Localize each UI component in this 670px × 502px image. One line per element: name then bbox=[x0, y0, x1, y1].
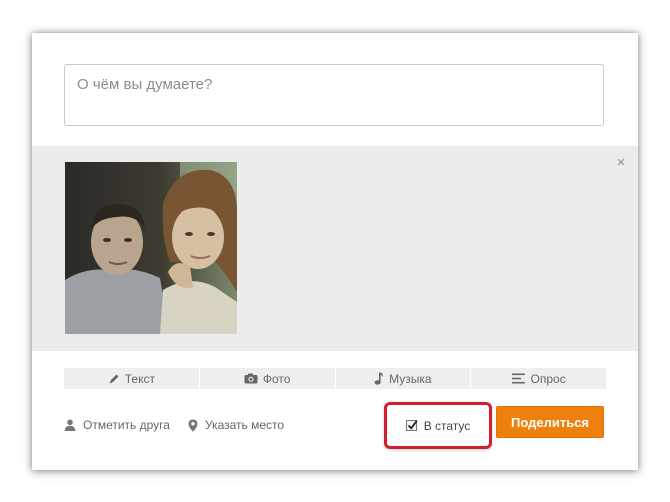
post-type-tabs: Текст Фото Музыка Опрос bbox=[64, 368, 606, 389]
person-icon bbox=[64, 419, 76, 431]
poll-icon bbox=[512, 373, 526, 384]
music-note-icon bbox=[374, 372, 384, 385]
attached-photo bbox=[65, 162, 237, 334]
tab-photo[interactable]: Фото bbox=[200, 368, 336, 389]
tab-music[interactable]: Музыка bbox=[336, 368, 472, 389]
post-dialog: × Текст Фото Музыка Опрос bbox=[32, 33, 638, 470]
tab-text-label: Текст bbox=[125, 372, 155, 386]
post-actions: Отметить друга Указать место bbox=[64, 416, 302, 434]
tab-music-label: Музыка bbox=[389, 372, 431, 386]
tab-poll-label: Опрос bbox=[531, 372, 566, 386]
tag-friend-label: Отметить друга bbox=[83, 418, 170, 432]
checkmark-icon bbox=[407, 419, 418, 431]
add-location-label: Указать место bbox=[205, 418, 284, 432]
camera-icon bbox=[244, 373, 258, 384]
tag-friend-button[interactable]: Отметить друга bbox=[64, 418, 170, 432]
post-text-input[interactable] bbox=[65, 65, 603, 125]
location-pin-icon bbox=[188, 419, 198, 432]
status-checkbox[interactable] bbox=[406, 420, 417, 431]
tab-text[interactable]: Текст bbox=[64, 368, 200, 389]
share-button[interactable]: Поделиться bbox=[496, 406, 604, 438]
couple-photo-image bbox=[65, 162, 237, 334]
status-checkbox-highlight[interactable]: В статус bbox=[384, 402, 492, 449]
close-icon[interactable]: × bbox=[614, 156, 628, 170]
add-location-button[interactable]: Указать место bbox=[188, 418, 284, 432]
compose-box[interactable] bbox=[64, 64, 604, 126]
tab-poll[interactable]: Опрос bbox=[471, 368, 606, 389]
pencil-icon bbox=[108, 373, 120, 385]
status-checkbox-label: В статус bbox=[424, 419, 471, 433]
attachment-area: × bbox=[32, 146, 638, 351]
tab-photo-label: Фото bbox=[263, 372, 291, 386]
